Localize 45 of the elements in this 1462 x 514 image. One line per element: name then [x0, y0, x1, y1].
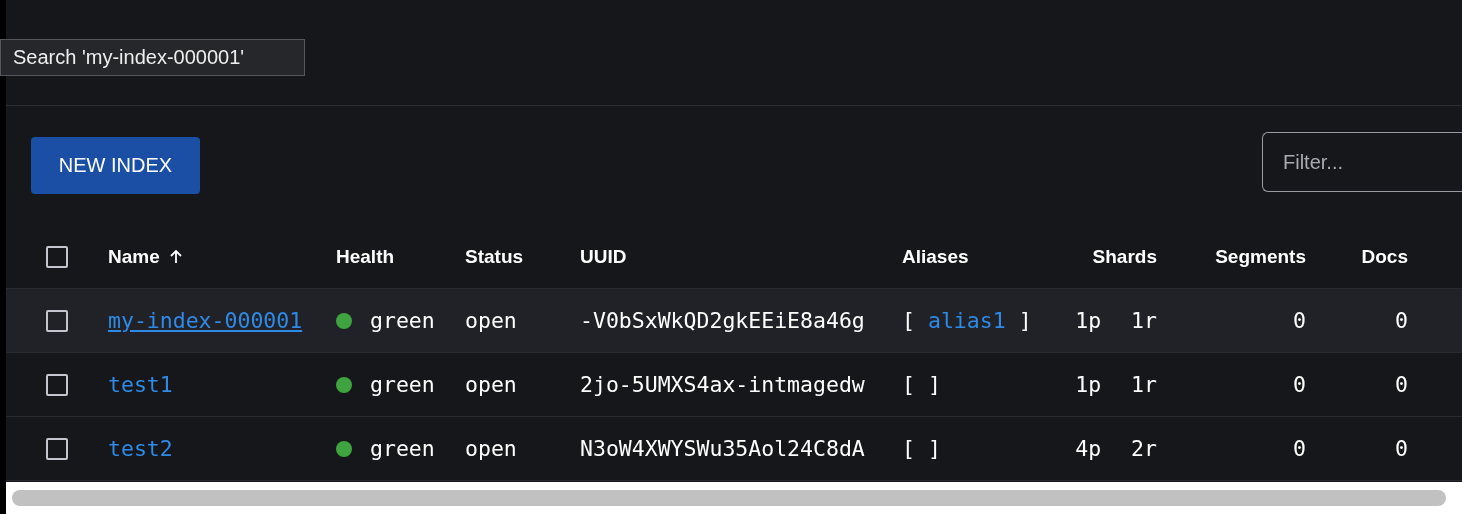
segments-count: 0: [1293, 308, 1306, 333]
replica-shards-text: 1r: [1131, 372, 1157, 397]
status-text: open: [465, 308, 517, 333]
select-all-checkbox[interactable]: [46, 245, 68, 268]
column-header[interactable]: Aliases: [902, 245, 969, 268]
new-index-button[interactable]: NEW INDEX: [31, 137, 200, 194]
filter-field[interactable]: Filter...: [1262, 132, 1462, 192]
bracket-text: ]: [1018, 308, 1032, 333]
segments-count: 0: [1293, 436, 1306, 461]
replica-shards-text: 2r: [1131, 436, 1157, 461]
primary-shards-text: 1p: [1075, 308, 1102, 333]
bracket-text: [: [902, 308, 915, 333]
index-name-link[interactable]: test1: [108, 372, 173, 397]
horizontal-scrollbar[interactable]: [6, 482, 1462, 514]
alias-link[interactable]: alias1: [927, 308, 1006, 333]
replica-shards-text: 1r: [1131, 308, 1157, 333]
row-checkbox[interactable]: [46, 309, 68, 332]
status-text: open: [465, 372, 517, 397]
column-header[interactable]: Status: [465, 245, 524, 268]
docs-count: 0: [1395, 436, 1408, 461]
primary-shards-text: 1p: [1075, 372, 1102, 397]
column-header[interactable]: Name: [108, 245, 160, 268]
column-header[interactable]: Health: [336, 245, 395, 268]
status-text: open: [465, 436, 517, 461]
column-header[interactable]: Shards: [1092, 245, 1157, 268]
tooltip: Search 'my-index-000001': [0, 39, 305, 76]
index-name-link[interactable]: my-index-000001: [108, 308, 303, 333]
bracket-text: [ ]: [902, 372, 941, 397]
docs-count: 0: [1395, 372, 1408, 397]
health-text: green: [370, 308, 435, 333]
bracket-text: [ ]: [902, 436, 941, 461]
uuid-text: -V0bSxWkQD2gkEEiE8a46g: [580, 308, 865, 333]
uuid-text: 2jo-5UMXS4ax-intmagedw: [580, 372, 865, 397]
index-name-link[interactable]: test2: [108, 436, 173, 461]
health-text: green: [370, 436, 435, 461]
column-header[interactable]: Segments: [1215, 245, 1306, 268]
column-header[interactable]: UUID: [580, 245, 627, 268]
primary-shards-text: 4p: [1075, 436, 1102, 461]
row-checkbox[interactable]: [46, 373, 68, 396]
row-checkbox[interactable]: [46, 437, 68, 460]
docs-count: 0: [1395, 308, 1408, 333]
health-text: green: [370, 372, 435, 397]
column-header[interactable]: Docs: [1361, 245, 1408, 268]
segments-count: 0: [1293, 372, 1306, 397]
uuid-text: N3oW4XWYSWu35Aol24C8dA: [580, 436, 865, 461]
